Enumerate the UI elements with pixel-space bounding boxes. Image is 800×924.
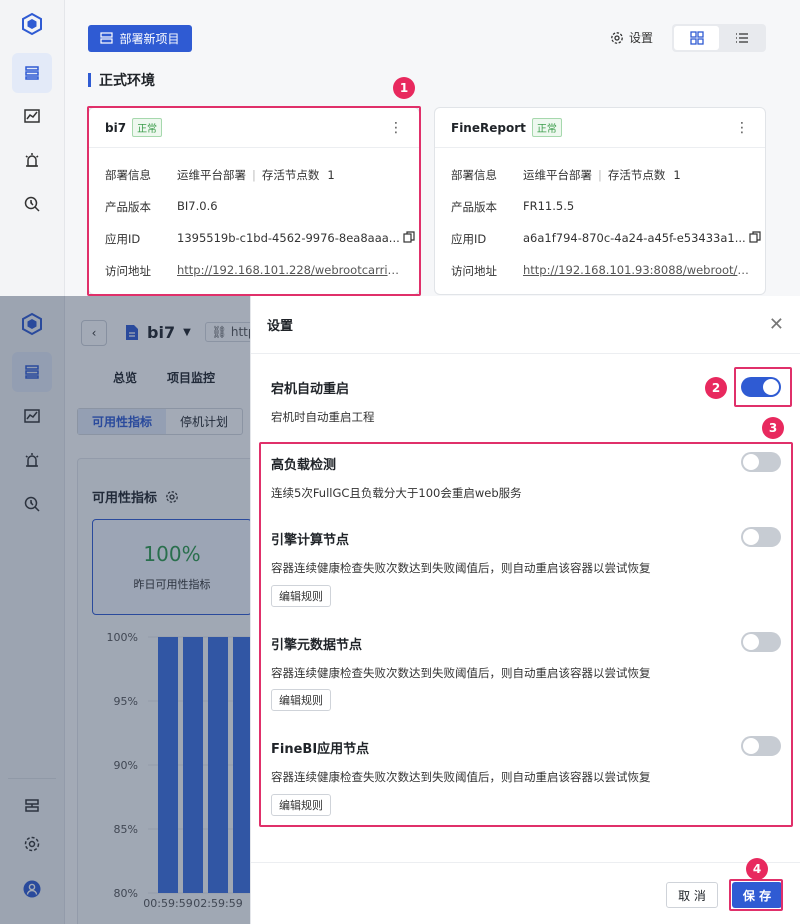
environment-title-text: 正式环境 <box>99 73 155 89</box>
highlight-box-1 <box>87 106 421 296</box>
server-icon <box>100 32 114 44</box>
option-desc-auto-restart: 宕机时自动重启工程 <box>271 410 375 424</box>
grid-view-button[interactable] <box>674 26 719 50</box>
settings-button[interactable]: 设置 <box>610 29 653 46</box>
deploy-info-label: 部署信息 <box>451 168 497 182</box>
list-icon <box>735 33 748 43</box>
chart-icon <box>24 109 40 123</box>
option-title-auto-restart: 宕机自动重启 <box>271 382 350 397</box>
highlight-box-3 <box>259 442 793 827</box>
copy-icon[interactable] <box>749 231 761 243</box>
environment-title: 正式环境 <box>88 70 155 90</box>
sidebar-item-alarm[interactable] <box>12 140 52 180</box>
dialog-title: 设置 <box>267 319 294 334</box>
shield-icon <box>24 196 40 212</box>
app-logo-icon <box>22 12 42 36</box>
step-marker-1: 1 <box>393 77 415 99</box>
url-label: 访问地址 <box>451 264 497 278</box>
layers-icon <box>25 66 39 80</box>
title-accent-bar <box>88 73 91 87</box>
deploy-new-project-button[interactable]: 部署新项目 <box>88 25 192 52</box>
settings-label: 设置 <box>629 31 654 45</box>
sidebar-item-monitor[interactable] <box>12 96 52 136</box>
close-icon[interactable]: ✕ <box>769 314 784 335</box>
more-options-icon[interactable]: ⋮ <box>735 120 749 136</box>
url-row: 访问地址 http://192.168.101.93:8088/webroot/… <box>451 263 751 279</box>
project-list-page: 部署新项目 设置 正式环境 bi7 正常 ⋮ 部署信息 运维平台部署 | 存活节点数… <box>0 0 800 296</box>
step-marker-2: 2 <box>705 377 727 399</box>
step-marker-4: 4 <box>746 858 768 880</box>
version-value: FR11.5.5 <box>523 199 575 213</box>
project-card-finereport[interactable]: FineReport 正常 ⋮ 部署信息 运维平台部署 | 存活节点数 1 产品版本 … <box>434 107 766 295</box>
project-name: FineReport <box>451 120 526 135</box>
sidebar-item-projects[interactable] <box>12 53 52 93</box>
version-label: 产品版本 <box>451 200 497 214</box>
top-sidebar <box>0 0 65 296</box>
status-badge: 正常 <box>531 118 562 137</box>
deploy-info-value: 运维平台部署 | 存活节点数 1 <box>523 168 681 182</box>
access-url-link[interactable]: http://192.168.101.93:8088/webroot/deci.… <box>523 263 751 279</box>
version-row: 产品版本 FR11.5.5 <box>451 199 574 215</box>
app-id-value: a6a1f794-870c-4a24-a45f-e53433a1... <box>523 231 746 245</box>
settings-dialog: 设置 ✕ 宕机自动重启 宕机时自动重启工程 高负载检测 连续5次FullGC且负… <box>250 296 800 924</box>
step-marker-3: 3 <box>762 417 784 439</box>
app-id-row: 应用ID a6a1f794-870c-4a24-a45f-e53433a1... <box>451 231 761 247</box>
dialog-header: 设置 ✕ <box>251 296 800 354</box>
sidebar-item-security[interactable] <box>12 184 52 224</box>
alarm-icon <box>25 153 39 167</box>
grid-icon <box>689 31 704 45</box>
app-id-label: 应用ID <box>451 232 487 246</box>
list-view-button[interactable] <box>719 26 764 50</box>
deploy-button-label: 部署新项目 <box>119 32 180 46</box>
cancel-button[interactable]: 取 消 <box>666 882 718 908</box>
view-toggle <box>672 24 766 52</box>
highlight-box-2 <box>734 367 792 407</box>
highlight-box-4 <box>729 879 783 911</box>
dialog-footer: 取 消 保 存 <box>251 862 800 924</box>
gear-icon <box>611 31 623 44</box>
deploy-info-row: 部署信息 运维平台部署 | 存活节点数 1 <box>451 167 681 183</box>
card-header: FineReport 正常 ⋮ <box>435 108 765 148</box>
